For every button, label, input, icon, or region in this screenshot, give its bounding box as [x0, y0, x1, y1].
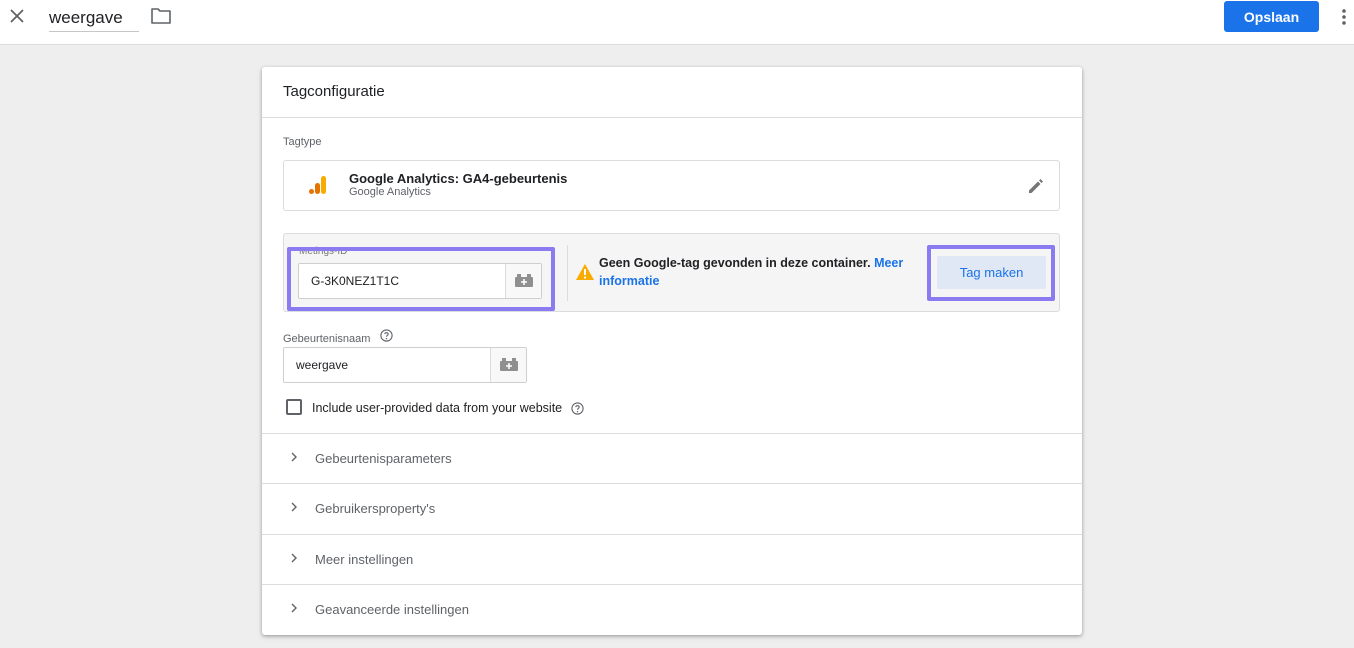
accordion-label: Gebruikersproperty's	[315, 501, 436, 516]
pencil-icon[interactable]	[1026, 176, 1046, 196]
chevron-right-icon	[291, 603, 297, 613]
card-header: Tagconfiguratie	[262, 67, 1082, 118]
chevron-right-icon	[291, 553, 297, 563]
chevron-right-icon	[291, 502, 297, 512]
accordion-label: Meer instellingen	[315, 552, 414, 567]
variable-picker-button[interactable]	[490, 348, 526, 382]
save-button[interactable]: Opslaan	[1224, 1, 1319, 32]
tag-name-input[interactable]	[49, 4, 139, 32]
folder-icon[interactable]	[150, 6, 172, 26]
warning-message: Geen Google-tag gevonden in deze contain…	[599, 254, 919, 290]
google-analytics-icon	[308, 174, 328, 196]
measurement-panel: Metings-ID Geen Google-tag gevonden	[283, 233, 1060, 312]
tagtype-label: Tagtype	[283, 136, 322, 148]
top-bar: Opslaan	[0, 0, 1354, 45]
highlight-box-measurement-id	[287, 247, 555, 311]
tagtype-selector[interactable]: Google Analytics: GA4-gebeurtenis Google…	[283, 160, 1060, 211]
accordion-label: Gebeurtenisparameters	[315, 451, 452, 466]
chevron-right-icon	[291, 452, 297, 462]
event-name-field	[283, 347, 527, 383]
accordion-more-settings[interactable]: Meer instellingen	[262, 534, 1082, 585]
more-options-icon[interactable]	[1336, 6, 1352, 28]
event-name-label-row: Gebeurtenisnaam	[283, 329, 393, 345]
help-icon[interactable]	[571, 402, 584, 415]
accordion-event-parameters[interactable]: Gebeurtenisparameters	[262, 433, 1082, 484]
accordion-user-properties[interactable]: Gebruikersproperty's	[262, 483, 1082, 534]
help-icon[interactable]	[380, 329, 393, 342]
warning-icon	[575, 263, 595, 281]
tag-configuration-card: Tagconfiguratie Tagtype Google Analytics…	[262, 67, 1082, 635]
user-data-checkbox-label: Include user-provided data from your web…	[312, 401, 563, 415]
divider	[567, 245, 568, 301]
tagtype-name: Google Analytics: GA4-gebeurtenis	[349, 171, 568, 186]
card-title: Tagconfiguratie	[283, 83, 385, 100]
accordion-label: Geavanceerde instellingen	[315, 602, 469, 617]
event-name-label: Gebeurtenisnaam	[283, 333, 371, 345]
highlight-box-create-tag	[927, 245, 1055, 301]
user-data-checkbox[interactable]	[286, 399, 302, 415]
tagtype-subtitle: Google Analytics	[349, 186, 431, 198]
close-icon[interactable]	[6, 5, 28, 27]
warning-text: Geen Google-tag gevonden in deze contain…	[599, 256, 871, 270]
event-name-input[interactable]	[284, 348, 489, 382]
accordion-advanced-settings[interactable]: Geavanceerde instellingen	[262, 584, 1082, 635]
